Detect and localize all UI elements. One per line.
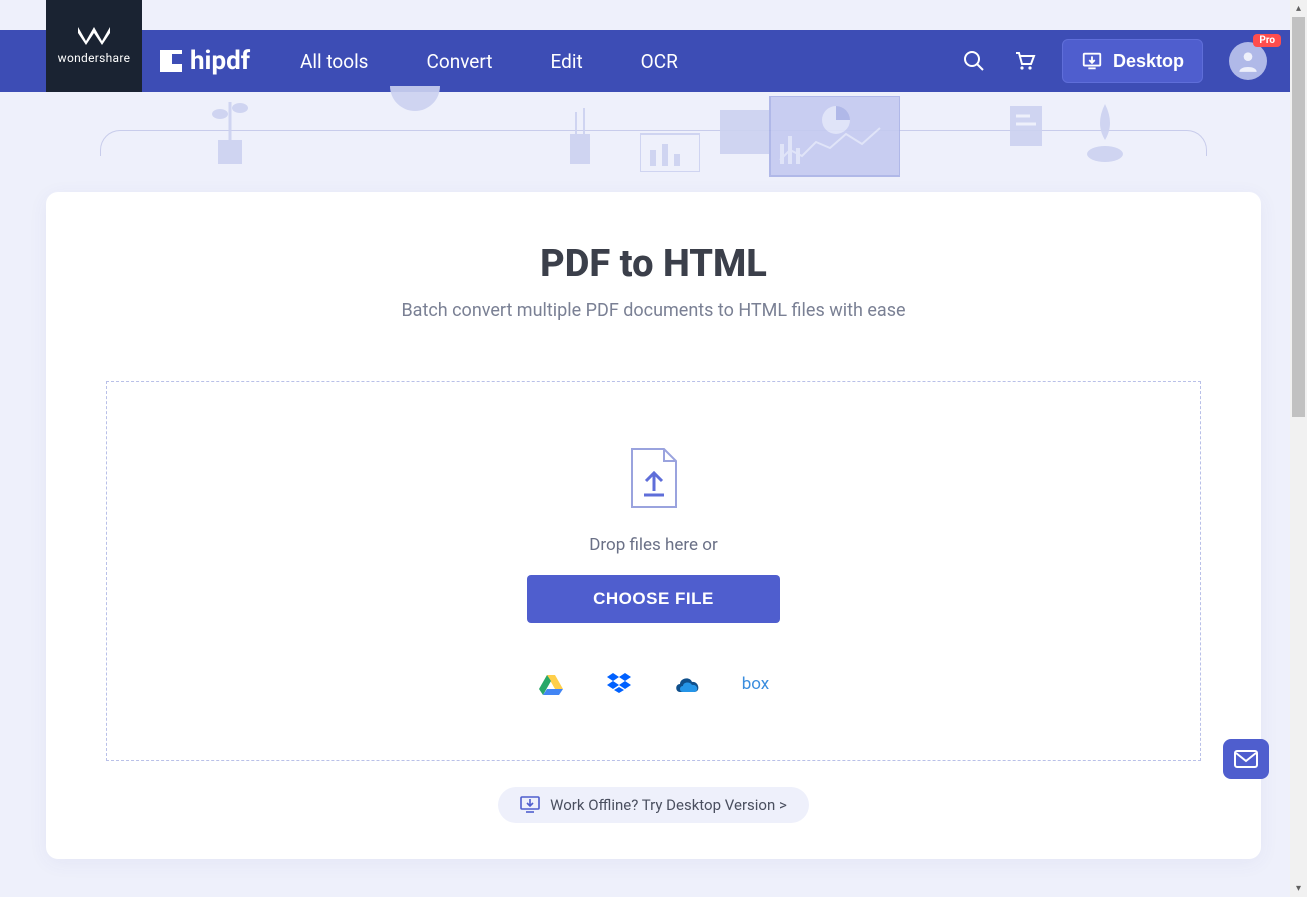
main-card: PDF to HTML Batch convert multiple PDF d… [46, 192, 1261, 859]
brand-text: wondershare [58, 51, 131, 65]
offline-text: Work Offline? Try Desktop Version > [550, 796, 787, 814]
nav-convert[interactable]: Convert [427, 50, 493, 73]
page-subtitle: Batch convert multiple PDF documents to … [106, 300, 1201, 321]
box-icon[interactable]: box [742, 674, 770, 694]
hero-background [0, 92, 1307, 192]
avatar-icon [1229, 42, 1267, 80]
offline-link[interactable]: Work Offline? Try Desktop Version > [498, 787, 809, 823]
monitor-download-icon [520, 796, 540, 814]
onedrive-icon[interactable] [674, 673, 700, 695]
hipdf-logo[interactable]: hipdf [160, 46, 250, 76]
upload-file-icon [628, 447, 680, 509]
avatar-button[interactable]: Pro [1229, 42, 1267, 80]
nav-edit[interactable]: Edit [550, 50, 582, 73]
cloud-providers: box [538, 673, 770, 695]
nav-ocr[interactable]: OCR [641, 50, 678, 73]
scroll-down-arrow[interactable]: ▾ [1290, 880, 1307, 897]
hipdf-icon [160, 50, 182, 72]
cart-icon[interactable] [1012, 49, 1036, 73]
nav-links: All tools Convert Edit OCR [300, 50, 678, 73]
dropbox-icon[interactable] [606, 673, 632, 695]
doc-icon [1010, 106, 1042, 146]
feedback-button[interactable] [1223, 739, 1269, 779]
drop-zone[interactable]: Drop files here or CHOOSE FILE box [106, 381, 1201, 761]
page-title: PDF to HTML [106, 242, 1201, 286]
wondershare-icon [78, 27, 110, 45]
dashboard-icon [720, 96, 900, 182]
pencup-icon [560, 108, 600, 164]
pro-badge: Pro [1253, 34, 1281, 47]
desktop-label: Desktop [1113, 51, 1184, 72]
quill-icon [1080, 104, 1130, 164]
scrollbar[interactable]: ▴ ▾ [1290, 0, 1307, 897]
desktop-button[interactable]: Desktop [1062, 39, 1203, 83]
wondershare-brand[interactable]: wondershare [46, 0, 142, 92]
bar-icon [640, 126, 700, 172]
drop-text: Drop files here or [589, 535, 717, 555]
nav-all-tools[interactable]: All tools [300, 50, 368, 73]
download-icon [1081, 50, 1103, 72]
choose-file-button[interactable]: CHOOSE FILE [527, 575, 780, 623]
scrollbar-thumb[interactable] [1292, 17, 1305, 417]
nav-bar: wondershare hipdf All tools Convert Edit… [0, 30, 1307, 92]
lamp-icon [380, 86, 450, 122]
hipdf-text: hipdf [190, 46, 250, 76]
search-icon[interactable] [962, 49, 986, 73]
scroll-up-arrow[interactable]: ▴ [1290, 0, 1307, 17]
plant-icon [200, 94, 260, 164]
mail-icon [1234, 750, 1258, 768]
google-drive-icon[interactable] [538, 673, 564, 695]
